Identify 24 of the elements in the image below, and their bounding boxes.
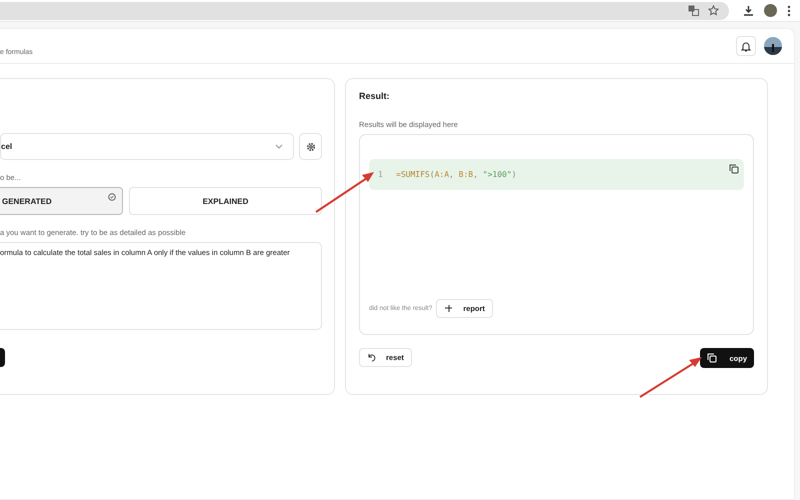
gear-icon <box>306 142 316 152</box>
notifications-button[interactable] <box>736 36 756 56</box>
copy-icon[interactable] <box>729 164 739 174</box>
download-icon[interactable] <box>743 5 754 16</box>
mode-tab[interactable]: GENERATED <box>0 187 123 215</box>
submit-button[interactable] <box>0 348 5 367</box>
bell-icon <box>741 40 751 52</box>
result-title: Result: <box>359 91 391 101</box>
translate-icon[interactable] <box>688 5 699 16</box>
check-circle-icon <box>108 193 116 201</box>
settings-button[interactable] <box>299 133 322 160</box>
formula-code: =SUMIFS(A:A, B:B, ">100") <box>396 170 516 179</box>
annotation-arrow <box>315 170 375 214</box>
copy-icon <box>707 353 718 363</box>
mode-tab[interactable]: EXPLAINED <box>129 187 322 215</box>
profile-avatar[interactable] <box>764 4 777 17</box>
undo-icon <box>367 353 376 362</box>
line-number: 1 <box>378 170 384 179</box>
menu-icon[interactable] <box>787 4 791 16</box>
user-avatar[interactable] <box>764 37 782 55</box>
chevron-down-icon <box>275 144 283 149</box>
platform-select[interactable]: cel <box>0 133 294 160</box>
annotation-arrow <box>639 355 703 399</box>
star-icon[interactable] <box>708 5 719 16</box>
